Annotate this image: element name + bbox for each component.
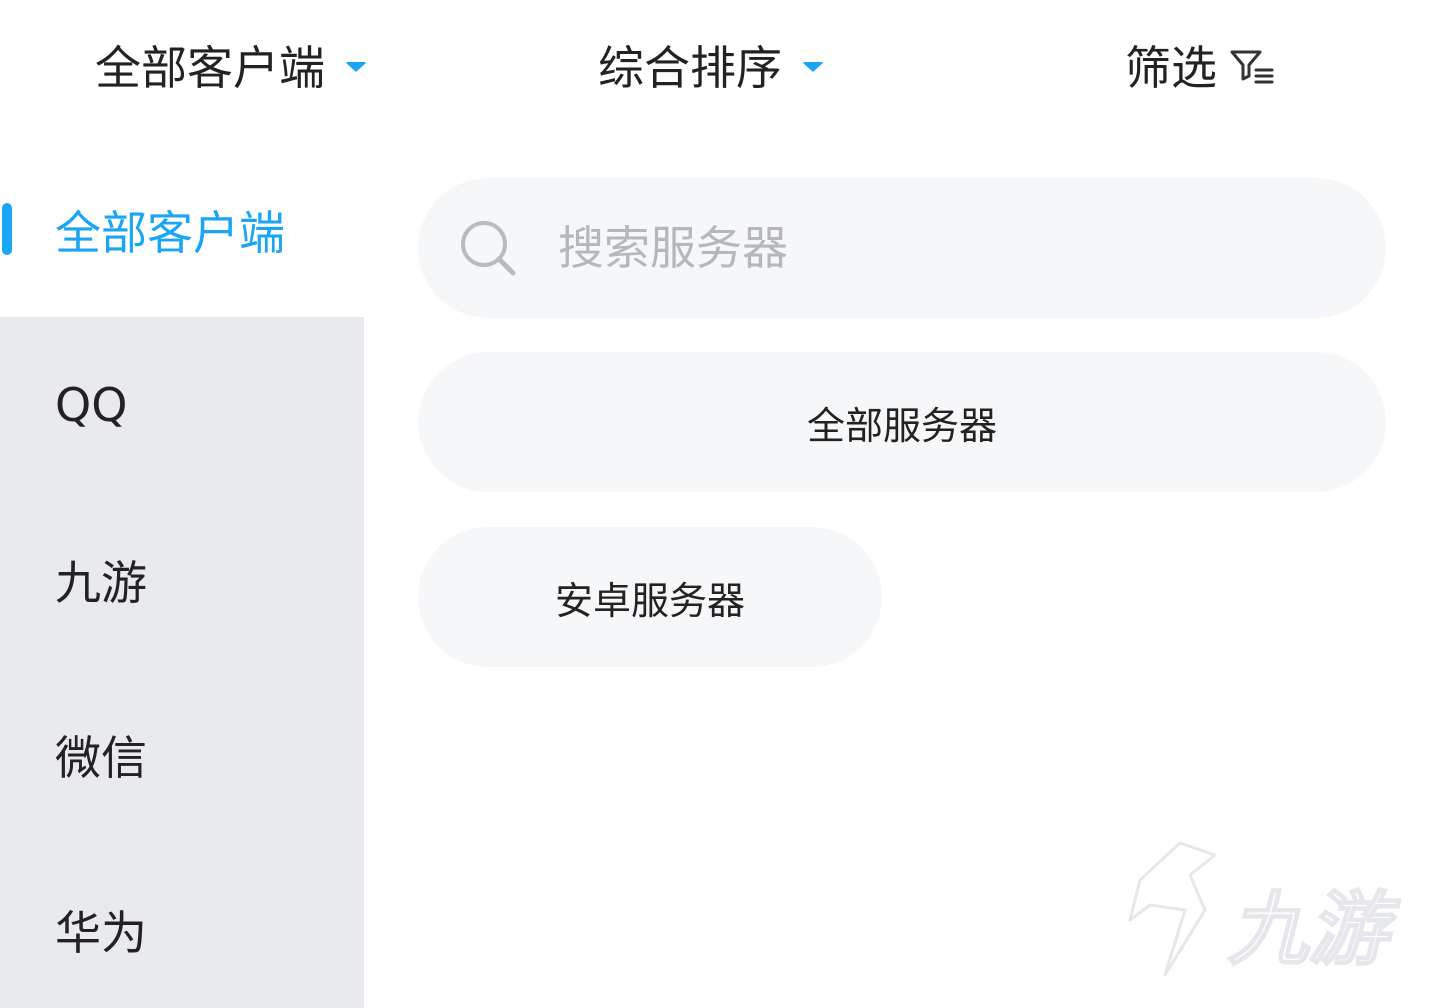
caret-down-icon <box>802 62 824 72</box>
client-dropdown-label: 全部客户端 <box>95 41 325 95</box>
filter-button[interactable]: 筛选 <box>1125 30 1275 100</box>
sidebar-item-label: 九游 <box>55 555 147 610</box>
sort-dropdown-label: 综合排序 <box>598 41 782 95</box>
android-servers-option[interactable]: 安卓服务器 <box>418 527 882 667</box>
jiuyou-watermark: 九游 <box>1110 835 1410 980</box>
sidebar-item-label: 华为 <box>55 905 147 960</box>
all-servers-label: 全部服务器 <box>806 403 997 448</box>
sidebar-item-label: 全部客户端 <box>55 205 285 260</box>
sidebar-item-wechat[interactable]: 微信 <box>0 667 364 842</box>
sidebar-item-label: QQ <box>55 377 128 432</box>
server-search-input[interactable] <box>558 221 1386 275</box>
active-indicator <box>2 203 12 255</box>
filter-icon <box>1230 50 1274 84</box>
sidebar-item-jiuyou[interactable]: 九游 <box>0 492 364 667</box>
sidebar-item-all-clients[interactable]: 全部客户端 <box>0 142 364 317</box>
filter-bar: 全部客户端 综合排序 筛选 <box>0 0 1440 130</box>
server-filter-page: 全部客户端 综合排序 筛选 全部客户端 QQ 九游 微信 华为 搜索服务器 全部… <box>0 0 1440 1008</box>
all-servers-option[interactable]: 全部服务器 <box>418 352 1386 492</box>
logo-icon <box>1128 841 1217 977</box>
sidebar-item-label: 微信 <box>55 730 147 785</box>
filter-button-label: 筛选 <box>1125 41 1217 95</box>
watermark-text: 九游 <box>1227 882 1389 977</box>
client-category-list: 全部客户端 QQ 九游 微信 华为 <box>0 142 364 1008</box>
search-icon <box>461 221 516 276</box>
android-servers-label: 安卓服务器 <box>554 578 745 623</box>
sidebar-item-huawei[interactable]: 华为 <box>0 842 364 1008</box>
caret-down-icon <box>345 62 367 72</box>
client-dropdown[interactable]: 全部客户端 <box>95 30 367 100</box>
sort-dropdown[interactable]: 综合排序 <box>598 30 824 100</box>
sidebar-item-qq[interactable]: QQ <box>0 317 364 492</box>
server-search-box[interactable] <box>418 178 1386 318</box>
